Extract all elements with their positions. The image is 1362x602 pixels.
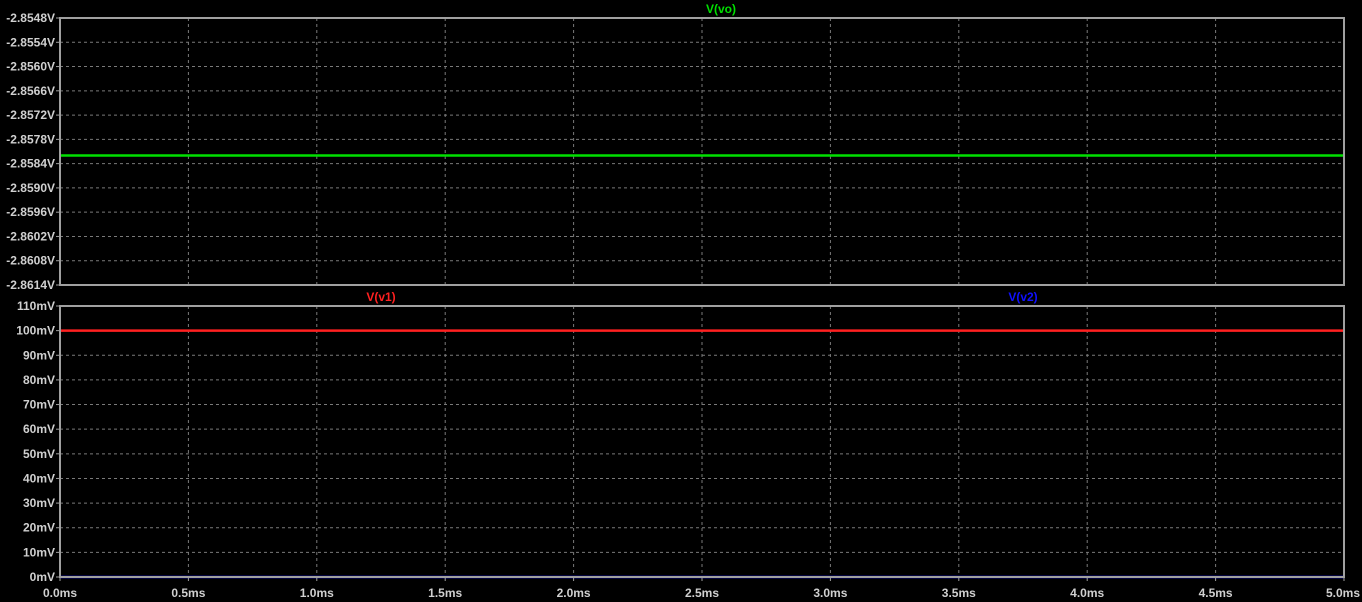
trace-title[interactable]: V(vo) [706, 2, 736, 16]
x-tick-label: 5.0ms [1326, 586, 1360, 600]
y-tick-label: 100mV [16, 324, 55, 338]
y-tick-label: -2.8566V [6, 84, 55, 98]
y-tick-label: -2.8578V [6, 132, 55, 146]
x-tick-label: 2.5ms [685, 586, 719, 600]
y-tick-label: 40mV [23, 471, 55, 485]
y-tick-label: -2.8554V [6, 35, 55, 49]
y-tick-label: 80mV [23, 373, 55, 387]
x-tick-label: 1.5ms [428, 586, 462, 600]
x-tick-label: 0.0ms [43, 586, 77, 600]
y-tick-label: 50mV [23, 447, 55, 461]
top-panel[interactable]: -2.8548V -2.8554V -2.8560V -2.8566V -2.8572V… [6, 2, 1345, 292]
waveform-plot-area[interactable]: -2.8548V -2.8554V -2.8560V -2.8566V -2.8572V… [0, 0, 1362, 602]
y-tick-label: -2.8602V [6, 229, 55, 243]
y-tick-label: -2.8572V [6, 108, 55, 122]
y-tick-label: 0mV [30, 570, 55, 584]
y-tick-label: 70mV [23, 398, 55, 412]
bottom-panel[interactable]: 110mV 100mV 90mV 80mV 70mV 60mV 50mV 40mV 30mV 20… [16, 290, 1345, 584]
x-axis: 0.0ms 0.5ms 1.0ms 1.5ms 2.0ms 2.5ms 3.0ms 3.5ms… [43, 577, 1360, 600]
y-tick-label: -2.8584V [6, 157, 55, 171]
x-tick-label: 3.0ms [813, 586, 847, 600]
x-tick-label: 3.5ms [942, 586, 976, 600]
y-tick-label: 60mV [23, 422, 55, 436]
x-tick-label: 0.5ms [171, 586, 205, 600]
waveform-viewer: -2.8548V -2.8554V -2.8560V -2.8566V -2.8572V… [0, 0, 1362, 602]
trace-title[interactable]: V(v2) [1008, 290, 1037, 304]
y-tick-label: 30mV [23, 496, 55, 510]
x-tick-label: 1.0ms [300, 586, 334, 600]
y-tick-label: 90mV [23, 348, 55, 362]
y-tick-label: -2.8548V [6, 11, 55, 25]
y-tick-label: -2.8608V [6, 254, 55, 268]
trace-title[interactable]: V(v1) [366, 290, 395, 304]
y-tick-label: -2.8614V [6, 278, 55, 292]
y-tick-label: -2.8590V [6, 181, 55, 195]
x-tick-label: 2.0ms [557, 586, 591, 600]
x-tick-label: 4.5ms [1199, 586, 1233, 600]
x-tick-label: 4.0ms [1070, 586, 1104, 600]
y-tick-label: 110mV [17, 299, 55, 313]
y-tick-label: -2.8596V [6, 205, 55, 219]
y-tick-label: 10mV [23, 545, 55, 559]
y-tick-label: 20mV [23, 521, 55, 535]
y-tick-label: -2.8560V [6, 60, 55, 74]
